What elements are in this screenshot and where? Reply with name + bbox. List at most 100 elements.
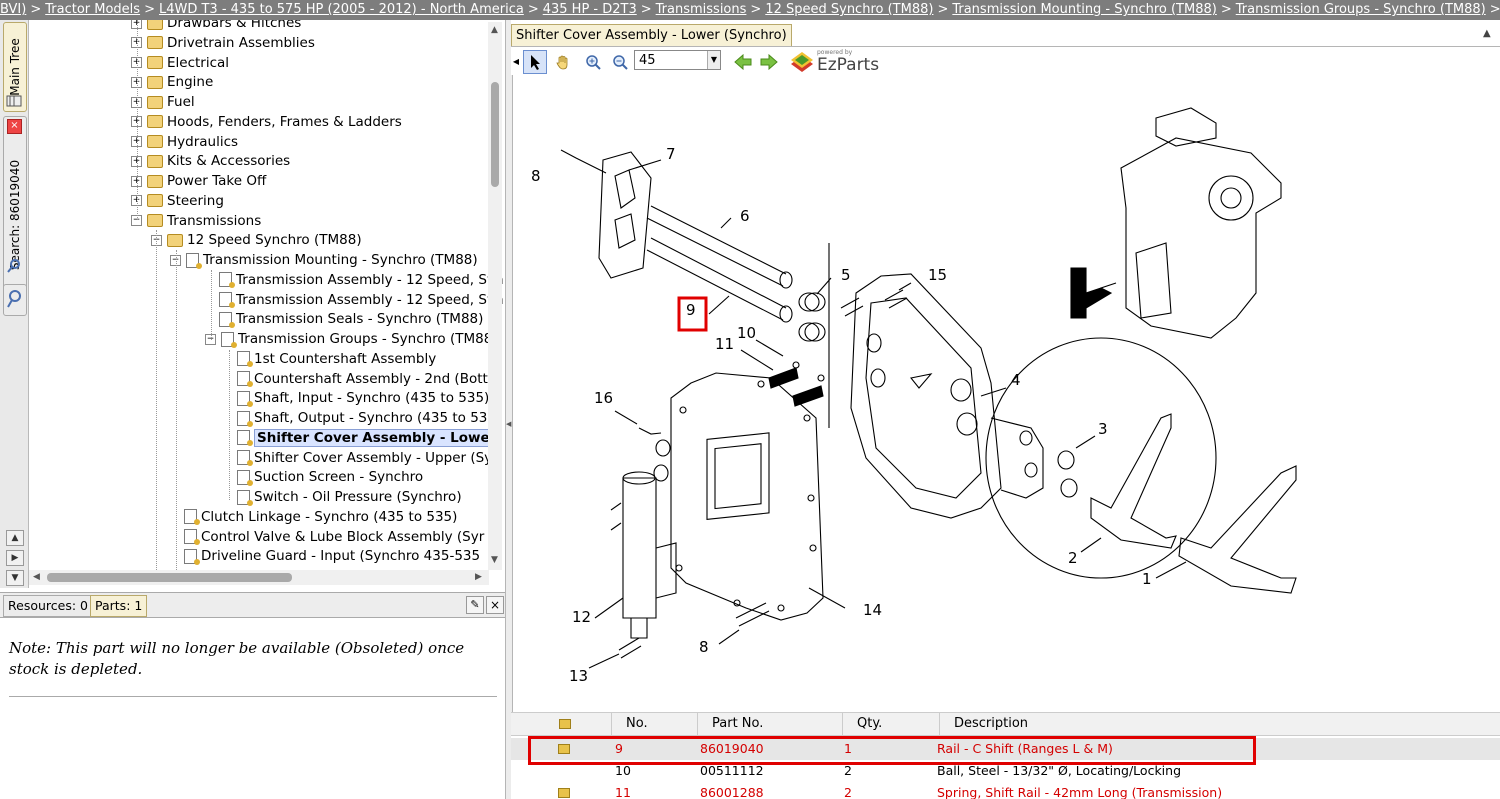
tree-item[interactable]: Driveline Guard - Input (Synchro 435-535 bbox=[184, 546, 480, 566]
scroll-right-icon[interactable]: ▶ bbox=[475, 572, 482, 582]
breadcrumb-separator: > bbox=[937, 2, 949, 17]
col-part-no[interactable]: Part No. bbox=[697, 713, 842, 735]
tree-item[interactable]: Clutch Linkage - Synchro (435 to 535) bbox=[184, 507, 457, 527]
col-description[interactable]: Description bbox=[939, 713, 1500, 735]
tree-item[interactable]: Transmission Assembly - 12 Speed, Syn bbox=[219, 290, 503, 310]
callout-label[interactable]: 6 bbox=[740, 207, 750, 225]
callout-label[interactable]: 8 bbox=[531, 167, 541, 185]
callout-label[interactable]: 11 bbox=[715, 335, 734, 353]
tree-vertical-scrollbar[interactable]: ▲ ▼ bbox=[488, 22, 502, 570]
callout-label[interactable]: 13 bbox=[569, 667, 588, 685]
tree-item-label: Engine bbox=[167, 74, 214, 91]
ezparts-logo: powered by EzParts bbox=[789, 49, 889, 75]
tree-item-label: Shaft, Input - Synchro (435 to 535) bbox=[254, 390, 490, 407]
tree-item[interactable]: + Steering bbox=[131, 191, 224, 211]
tree-horizontal-scroll-thumb[interactable] bbox=[47, 573, 292, 582]
tree-item[interactable]: Shaft, Input - Synchro (435 to 535) bbox=[237, 388, 489, 408]
zoom-tab[interactable] bbox=[3, 284, 27, 316]
col-no[interactable]: No. bbox=[611, 713, 697, 735]
breadcrumb-separator: > bbox=[527, 2, 539, 17]
callout-label[interactable]: 10 bbox=[737, 324, 756, 342]
scroll-up-icon[interactable]: ▲ bbox=[491, 25, 498, 35]
part-info-icon[interactable] bbox=[558, 788, 570, 798]
tree-item[interactable]: + Engine bbox=[131, 72, 213, 92]
tree-item[interactable]: − Transmission Groups - Synchro (TM88) bbox=[205, 329, 498, 349]
tree-item[interactable]: Shifter Cover Assembly - Upper (Syr bbox=[237, 448, 498, 468]
breadcrumb-link[interactable]: Transmission Groups - Synchro (TM88) bbox=[1236, 2, 1486, 17]
close-search-icon[interactable]: × bbox=[7, 119, 22, 134]
pin-icon[interactable]: ✎ bbox=[466, 596, 484, 614]
callout-label[interactable]: 8 bbox=[699, 638, 709, 656]
previous-arrow-button[interactable] bbox=[731, 50, 755, 74]
tree-horizontal-scrollbar[interactable]: ◀ ▶ bbox=[29, 570, 489, 585]
callout-label[interactable]: 7 bbox=[666, 145, 676, 163]
callout-label[interactable]: 1 bbox=[1142, 570, 1152, 588]
tree-item[interactable]: Switch - Oil Pressure (Synchro) bbox=[237, 487, 462, 507]
callout-label[interactable]: 2 bbox=[1068, 549, 1078, 567]
tree-vertical-scroll-thumb[interactable] bbox=[491, 82, 499, 187]
zoom-in-button[interactable] bbox=[581, 50, 605, 74]
scroll-down-icon[interactable]: ▼ bbox=[491, 555, 498, 565]
tree-item[interactable]: − Transmission Mounting - Synchro (TM88) bbox=[170, 250, 478, 270]
callout-label[interactable]: 12 bbox=[572, 608, 591, 626]
tree-item[interactable]: Shifter Cover Assembly - Lower bbox=[237, 428, 500, 448]
table-row[interactable]: 11 86001288 2 Spring, Shift Rail - 42mm Lon… bbox=[511, 782, 1500, 799]
exploded-diagram[interactable]: 8 7 6 9 5 15 10 11 16 4 3 2 1 12 14 8 13 bbox=[511, 78, 1500, 705]
callout-label[interactable]: 14 bbox=[863, 601, 882, 619]
breadcrumb-link[interactable]: Tractor Models bbox=[45, 2, 140, 17]
tree-item[interactable]: −12 Speed Synchro (TM88) bbox=[151, 230, 362, 250]
tab-resources[interactable]: Resources: 0 bbox=[3, 595, 93, 617]
tree-item[interactable]: Countershaft Assembly - 2nd (Botto bbox=[237, 369, 496, 389]
tree-item[interactable]: + Fuel bbox=[131, 92, 195, 112]
document-icon bbox=[184, 548, 200, 565]
zoom-out-button[interactable] bbox=[608, 50, 632, 74]
tree-item[interactable]: Transmission Seals - Synchro (TM88) bbox=[219, 309, 483, 329]
breadcrumb-link[interactable]: Transmission Mounting - Synchro (TM88) bbox=[952, 2, 1216, 17]
tab-parts[interactable]: Parts: 1 bbox=[90, 595, 148, 617]
breadcrumb-link[interactable]: Transmissions bbox=[656, 2, 747, 17]
chevron-down-icon[interactable]: ▼ bbox=[707, 51, 720, 69]
breadcrumb-link[interactable]: BVI) bbox=[0, 2, 26, 17]
zoom-select[interactable]: 45 ▼ bbox=[634, 50, 721, 70]
tree-item[interactable]: − Transmissions bbox=[131, 211, 261, 231]
tab-shifter-cover-lower[interactable]: Shifter Cover Assembly - Lower (Synchro) bbox=[511, 24, 792, 46]
pan-hand-button[interactable] bbox=[551, 50, 575, 74]
callout-label[interactable]: 16 bbox=[594, 389, 613, 407]
breadcrumb-link[interactable]: 12 Speed Synchro (TM88) bbox=[765, 2, 933, 17]
col-qty[interactable]: Qty. bbox=[842, 713, 939, 735]
callout-label[interactable]: 15 bbox=[928, 266, 947, 284]
folder-icon bbox=[147, 95, 163, 109]
select-pointer-button[interactable] bbox=[523, 50, 547, 74]
callout-label[interactable]: 4 bbox=[1011, 371, 1021, 389]
tree-item[interactable]: + Electrical bbox=[131, 53, 229, 73]
tree-item[interactable]: + Hoods, Fenders, Frames & Ladders bbox=[131, 112, 402, 132]
scroll-left-icon[interactable]: ◀ bbox=[33, 572, 40, 582]
tree-item[interactable]: + Drivetrain Assemblies bbox=[131, 33, 315, 53]
tree-item[interactable]: Suction Screen - Synchro bbox=[237, 467, 423, 487]
folder-icon bbox=[147, 214, 163, 227]
callout-label[interactable]: 3 bbox=[1098, 420, 1108, 438]
tab-scroll-up-icon[interactable]: ▲ bbox=[1483, 28, 1491, 39]
tree-item[interactable]: + Power Take Off bbox=[131, 171, 266, 191]
tree-item[interactable]: + Kits & Accessories bbox=[131, 151, 290, 171]
breadcrumb-link[interactable]: 435 HP - D2T3 bbox=[543, 2, 637, 17]
tree-item[interactable]: Transmission Assembly - 12 Speed, Syn bbox=[219, 270, 503, 290]
main-tree[interactable]: + Drawbars & Hitches + Drivetrain Assemblie… bbox=[29, 20, 503, 572]
tree-item-label: Shaft, Output - Synchro (435 to 535 bbox=[254, 410, 496, 426]
tree-item[interactable]: 1st Countershaft Assembly bbox=[237, 349, 436, 369]
tree-item[interactable]: + Drawbars & Hitches bbox=[131, 20, 301, 33]
close-panel-icon[interactable]: × bbox=[486, 596, 504, 614]
tree-item[interactable]: Shaft, Output - Synchro (435 to 535 bbox=[237, 408, 496, 428]
callout-label[interactable]: 5 bbox=[841, 266, 851, 284]
next-arrow-button[interactable] bbox=[757, 50, 781, 74]
collapse-up-button[interactable]: ▲ bbox=[6, 530, 24, 546]
callout-label[interactable]: 9 bbox=[686, 301, 696, 319]
tree-item[interactable]: + Hydraulics bbox=[131, 132, 238, 152]
toolbar-left-icon[interactable]: ◀ bbox=[511, 50, 521, 74]
tree-item[interactable]: Control Valve & Lube Block Assembly (Syr bbox=[184, 527, 484, 547]
expand-button[interactable]: ▶ bbox=[6, 550, 24, 566]
collapse-down-button[interactable]: ▼ bbox=[6, 570, 24, 586]
document-icon bbox=[184, 529, 200, 545]
breadcrumb-link[interactable]: L4WD T3 - 435 to 575 HP (2005 - 2012) - … bbox=[159, 2, 524, 17]
breadcrumb-separator: > bbox=[750, 2, 762, 17]
